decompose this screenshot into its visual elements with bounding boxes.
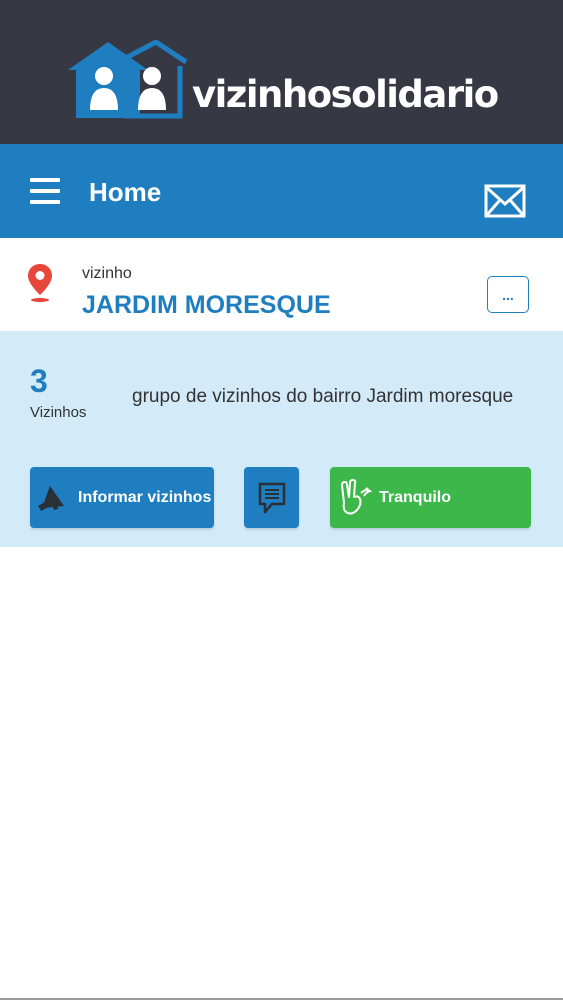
- brand-name: vizinhosolidario: [192, 73, 499, 116]
- inform-neighbors-button[interactable]: Informar vizinhos: [30, 467, 214, 528]
- envelope-icon[interactable]: [484, 184, 526, 218]
- neighbor-count: 3: [30, 363, 48, 399]
- more-options-button[interactable]: ...: [487, 276, 529, 313]
- location-type-label: vizinho: [82, 265, 132, 282]
- chat-bubble-icon: [258, 482, 285, 513]
- megaphone-icon: [38, 486, 64, 512]
- peace-hand-icon: [341, 479, 372, 515]
- neighbor-count-label: Vizinhos: [30, 404, 87, 421]
- hamburger-menu-icon[interactable]: [30, 178, 60, 204]
- inform-neighbors-label: Informar vizinhos: [78, 489, 212, 506]
- page-title: Home: [89, 177, 162, 207]
- app-bar: [0, 144, 563, 238]
- calm-status-button[interactable]: Tranquilo: [330, 467, 531, 528]
- two-people-houses-icon: [68, 40, 188, 119]
- chat-button[interactable]: [244, 467, 299, 528]
- neighborhood-name: JARDIM MORESQUE: [82, 291, 331, 319]
- group-description: grupo de vizinhos do bairro Jardim mores…: [132, 386, 514, 407]
- calm-status-label: Tranquilo: [379, 489, 451, 506]
- brand-header: vizinhosolidario: [0, 0, 563, 144]
- map-pin-icon: [28, 264, 52, 302]
